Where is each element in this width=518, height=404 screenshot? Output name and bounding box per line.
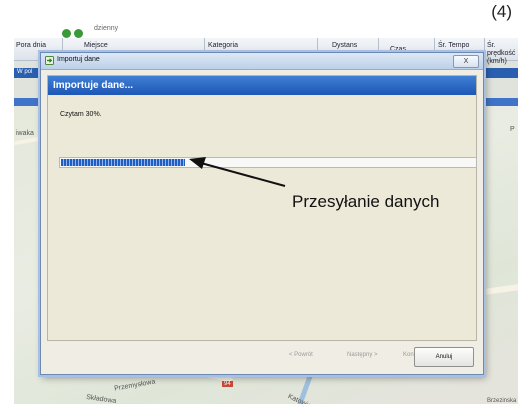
col-kategoria[interactable]: Kategoria <box>208 42 238 50</box>
map-road-badge: 94 <box>222 381 233 387</box>
annotation-arrow-icon <box>189 157 286 187</box>
map-label-street-3: Katowic <box>286 393 312 404</box>
col-pora-dnia[interactable]: Pora dnia <box>16 42 46 50</box>
cancel-button[interactable]: Anuluj <box>414 347 474 367</box>
col-miejsce[interactable]: Miejsce <box>84 42 108 50</box>
map-label-street-2: Składowa <box>85 393 117 404</box>
import-dialog: Importuj dane X Importuje dane... Czytam… <box>40 52 484 375</box>
col-sr-predkosc[interactable]: Śr. prędkość (km/h) <box>487 42 518 66</box>
page-number: (4) <box>491 2 512 21</box>
back-button[interactable]: < Powrót <box>289 352 313 358</box>
tab-label: W pol <box>17 69 33 75</box>
col-sr-tempo[interactable]: Śr. Tempo <box>438 42 469 50</box>
col-dystans[interactable]: Dystans <box>332 42 357 50</box>
top-label: dzienny <box>94 25 119 32</box>
map-label-right-bottom: Brzezinska <box>487 398 517 404</box>
wizard-footer: < Powrót Następny > Koniec Anuluj <box>47 347 475 367</box>
annotation-label: Przesyłanie danych <box>292 192 440 211</box>
app-top-strip: dzienny <box>14 24 518 38</box>
map-label-left: iwaka <box>16 130 34 137</box>
map-label-right-top: P <box>510 126 515 133</box>
next-button[interactable]: Następny > <box>347 352 378 358</box>
map-label-street-1: Przemysłowa <box>113 378 156 393</box>
